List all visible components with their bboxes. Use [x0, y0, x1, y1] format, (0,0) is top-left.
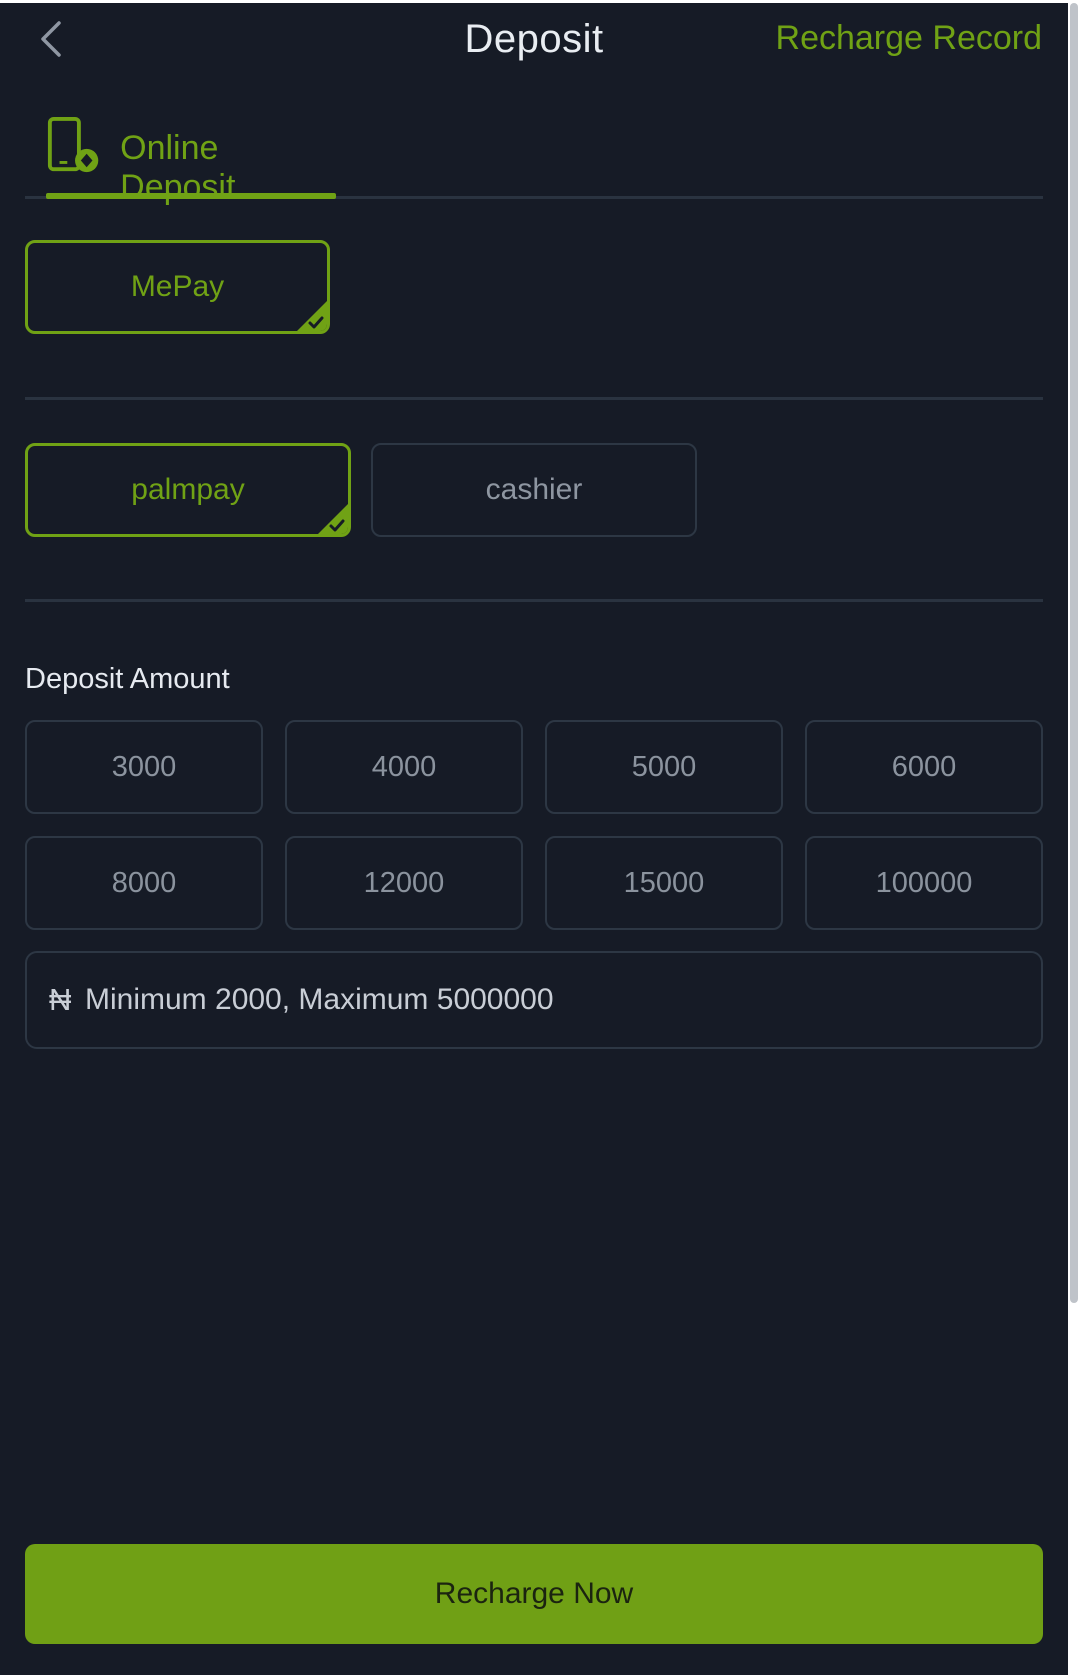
amount-preset-button[interactable]: 15000 [545, 836, 783, 930]
divider [25, 599, 1043, 602]
naira-icon: ₦ [49, 982, 72, 1017]
deposit-amount-label: Deposit Amount [25, 663, 230, 695]
phone-payment-icon [47, 116, 99, 173]
amount-input-box: ₦ [25, 951, 1043, 1049]
divider [25, 397, 1043, 400]
amount-preset-button[interactable]: 12000 [285, 836, 523, 930]
amount-preset-button[interactable]: 3000 [25, 720, 263, 814]
active-tab-indicator [46, 193, 336, 199]
provider-mepay-button[interactable]: MePay [25, 240, 330, 334]
amount-preset-button[interactable]: 8000 [25, 836, 263, 930]
recharge-record-link[interactable]: Recharge Record [776, 19, 1042, 58]
channel-palmpay-button[interactable]: palmpay [25, 443, 351, 537]
scrollbar[interactable] [1070, 3, 1078, 1303]
amount-preset-button[interactable]: 5000 [545, 720, 783, 814]
amount-input[interactable] [83, 982, 1041, 1018]
recharge-now-button[interactable]: Recharge Now [25, 1544, 1043, 1644]
tab-online-deposit[interactable]: Online Deposit [46, 115, 336, 206]
selected-check-icon [318, 504, 348, 534]
amount-preset-button[interactable]: 100000 [805, 836, 1043, 930]
channel-cashier-button[interactable]: cashier [371, 443, 697, 537]
selected-check-icon [297, 301, 327, 331]
provider-label: MePay [130, 270, 225, 303]
deposit-tabs: Online Deposit [25, 103, 1043, 206]
amount-preset-button[interactable]: 4000 [285, 720, 523, 814]
channel-label: palmpay [131, 473, 245, 506]
deposit-screen: Deposit Recharge Record Online Deposit M… [0, 3, 1068, 1675]
channel-label: cashier [485, 473, 583, 506]
amount-preset-button[interactable]: 6000 [805, 720, 1043, 814]
header: Deposit Recharge Record [0, 3, 1068, 79]
